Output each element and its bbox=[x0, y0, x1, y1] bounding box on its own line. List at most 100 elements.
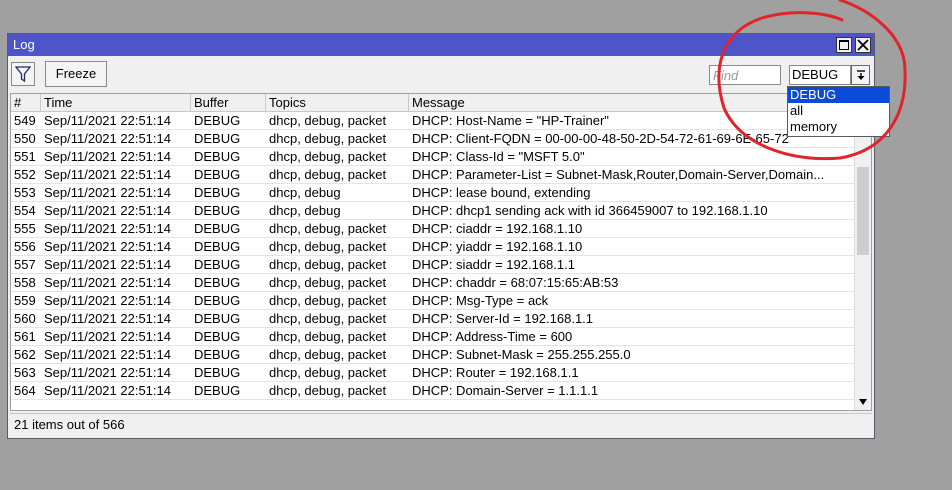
cell-topics: dhcp, debug, packet bbox=[269, 347, 387, 362]
cell-time: Sep/11/2021 22:51:14 bbox=[44, 257, 171, 272]
log-window: Log Freeze DEBUG # Tim bbox=[7, 33, 875, 439]
cell-number: 560 bbox=[14, 311, 36, 326]
table-header: # Time Buffer Topics Message bbox=[11, 94, 854, 112]
log-table: # Time Buffer Topics Message 549 Sep/11/2… bbox=[10, 93, 872, 411]
cell-topics: dhcp, debug, packet bbox=[269, 365, 387, 380]
table-row[interactable]: 561 Sep/11/2021 22:51:14 DEBUG dhcp, debug,… bbox=[11, 328, 854, 346]
cell-topics: dhcp, debug, packet bbox=[269, 293, 387, 308]
cell-topics: dhcp, debug, packet bbox=[269, 221, 387, 236]
toolbar: Freeze DEBUG bbox=[8, 56, 874, 92]
cell-number: 558 bbox=[14, 275, 36, 290]
scrollbar-thumb[interactable] bbox=[857, 167, 869, 255]
scroll-down-icon[interactable] bbox=[858, 398, 868, 406]
table-row[interactable]: 551 Sep/11/2021 22:51:14 DEBUG dhcp, debug,… bbox=[11, 148, 854, 166]
cell-number: 559 bbox=[14, 293, 36, 308]
cell-number: 561 bbox=[14, 329, 36, 344]
dropdown-option-debug[interactable]: DEBUG bbox=[788, 87, 889, 103]
cell-time: Sep/11/2021 22:51:14 bbox=[44, 167, 171, 182]
cell-buffer: DEBUG bbox=[194, 311, 241, 326]
table-row[interactable]: 553 Sep/11/2021 22:51:14 DEBUG dhcp, debug D… bbox=[11, 184, 854, 202]
cell-buffer: DEBUG bbox=[194, 365, 241, 380]
column-header-number[interactable]: # bbox=[11, 94, 41, 112]
cell-message: DHCP: Router = 192.168.1.1 bbox=[412, 365, 579, 380]
table-row[interactable]: 558 Sep/11/2021 22:51:14 DEBUG dhcp, debug,… bbox=[11, 274, 854, 292]
cell-buffer: DEBUG bbox=[194, 239, 241, 254]
maximize-button[interactable] bbox=[836, 37, 852, 53]
table-row[interactable]: 559 Sep/11/2021 22:51:14 DEBUG dhcp, debug,… bbox=[11, 292, 854, 310]
table-row[interactable]: 554 Sep/11/2021 22:51:14 DEBUG dhcp, debug D… bbox=[11, 202, 854, 220]
cell-buffer: DEBUG bbox=[194, 113, 241, 128]
cell-number: 553 bbox=[14, 185, 36, 200]
table-row[interactable]: 564 Sep/11/2021 22:51:14 DEBUG dhcp, debug,… bbox=[11, 382, 854, 400]
table-row[interactable]: 552 Sep/11/2021 22:51:14 DEBUG dhcp, debug,… bbox=[11, 166, 854, 184]
column-header-buffer[interactable]: Buffer bbox=[191, 94, 266, 112]
cell-time: Sep/11/2021 22:51:14 bbox=[44, 329, 171, 344]
cell-message: DHCP: Domain-Server = 1.1.1.1 bbox=[412, 383, 599, 398]
cell-number: 550 bbox=[14, 131, 36, 146]
cell-number: 551 bbox=[14, 149, 36, 164]
cell-buffer: DEBUG bbox=[194, 347, 241, 362]
cell-time: Sep/11/2021 22:51:14 bbox=[44, 221, 171, 236]
find-input[interactable] bbox=[709, 65, 781, 85]
status-bar: 21 items out of 566 bbox=[10, 413, 872, 435]
cell-topics: dhcp, debug, packet bbox=[269, 311, 387, 326]
cell-message: DHCP: ciaddr = 192.168.1.10 bbox=[412, 221, 583, 236]
table-row[interactable]: 555 Sep/11/2021 22:51:14 DEBUG dhcp, debug,… bbox=[11, 220, 854, 238]
table-row[interactable]: 560 Sep/11/2021 22:51:14 DEBUG dhcp, debug,… bbox=[11, 310, 854, 328]
dropdown-option-memory[interactable]: memory bbox=[788, 119, 889, 135]
freeze-button[interactable]: Freeze bbox=[45, 61, 107, 87]
filter-button[interactable] bbox=[11, 62, 35, 86]
close-button[interactable] bbox=[855, 37, 871, 53]
cell-message: DHCP: Msg-Type = ack bbox=[412, 293, 549, 308]
cell-time: Sep/11/2021 22:51:14 bbox=[44, 149, 171, 164]
column-header-topics[interactable]: Topics bbox=[266, 94, 409, 112]
cell-time: Sep/11/2021 22:51:14 bbox=[44, 185, 171, 200]
cell-time: Sep/11/2021 22:51:14 bbox=[44, 113, 171, 128]
cell-topics: dhcp, debug, packet bbox=[269, 329, 387, 344]
cell-number: 552 bbox=[14, 167, 36, 182]
column-header-time[interactable]: Time bbox=[41, 94, 191, 112]
cell-message: DHCP: siaddr = 192.168.1.1 bbox=[412, 257, 575, 272]
cell-time: Sep/11/2021 22:51:14 bbox=[44, 365, 171, 380]
table-row[interactable]: 557 Sep/11/2021 22:51:14 DEBUG dhcp, debug,… bbox=[11, 256, 854, 274]
cell-time: Sep/11/2021 22:51:14 bbox=[44, 275, 171, 290]
cell-topics: dhcp, debug, packet bbox=[269, 113, 387, 128]
vertical-scrollbar[interactable] bbox=[854, 94, 871, 410]
cell-topics: dhcp, debug, packet bbox=[269, 383, 387, 398]
cell-buffer: DEBUG bbox=[194, 257, 241, 272]
cell-message: DHCP: Parameter-List = Subnet-Mask,Route… bbox=[412, 167, 825, 182]
table-row[interactable]: 550 Sep/11/2021 22:51:14 DEBUG dhcp, debug,… bbox=[11, 130, 854, 148]
table-row[interactable]: 562 Sep/11/2021 22:51:14 DEBUG dhcp, debug,… bbox=[11, 346, 854, 364]
filter-icon bbox=[15, 66, 31, 82]
cell-topics: dhcp, debug bbox=[269, 185, 341, 200]
cell-message: DHCP: yiaddr = 192.168.1.10 bbox=[412, 239, 583, 254]
cell-buffer: DEBUG bbox=[194, 167, 241, 182]
cell-buffer: DEBUG bbox=[194, 203, 241, 218]
table-row[interactable]: 549 Sep/11/2021 22:51:14 DEBUG dhcp, debug,… bbox=[11, 112, 854, 130]
item-count: 21 items out of 566 bbox=[14, 417, 125, 432]
cell-topics: dhcp, debug, packet bbox=[269, 167, 387, 182]
cell-buffer: DEBUG bbox=[194, 131, 241, 146]
cell-message: DHCP: Server-Id = 192.168.1.1 bbox=[412, 311, 594, 326]
table-row[interactable]: 563 Sep/11/2021 22:51:14 DEBUG dhcp, debug,… bbox=[11, 364, 854, 382]
cell-buffer: DEBUG bbox=[194, 149, 241, 164]
cell-number: 562 bbox=[14, 347, 36, 362]
cell-number: 554 bbox=[14, 203, 36, 218]
cell-message: DHCP: Address-Time = 600 bbox=[412, 329, 573, 344]
buffer-dropdown-button[interactable] bbox=[851, 65, 870, 85]
cell-topics: dhcp, debug, packet bbox=[269, 131, 387, 146]
cell-message: DHCP: dhcp1 sending ack with id 36645900… bbox=[412, 203, 768, 218]
cell-time: Sep/11/2021 22:51:14 bbox=[44, 203, 171, 218]
title-bar[interactable]: Log bbox=[8, 34, 874, 56]
dropdown-option-all[interactable]: all bbox=[788, 103, 889, 119]
cell-number: 564 bbox=[14, 383, 36, 398]
dropdown-arrow-icon bbox=[857, 70, 865, 80]
cell-time: Sep/11/2021 22:51:14 bbox=[44, 239, 171, 254]
table-body: 549 Sep/11/2021 22:51:14 DEBUG dhcp, debug,… bbox=[11, 112, 854, 400]
cell-number: 556 bbox=[14, 239, 36, 254]
cell-number: 555 bbox=[14, 221, 36, 236]
buffer-select[interactable]: DEBUG bbox=[789, 65, 851, 85]
cell-message: DHCP: Subnet-Mask = 255.255.255.0 bbox=[412, 347, 631, 362]
cell-number: 563 bbox=[14, 365, 36, 380]
table-row[interactable]: 556 Sep/11/2021 22:51:14 DEBUG dhcp, debug,… bbox=[11, 238, 854, 256]
